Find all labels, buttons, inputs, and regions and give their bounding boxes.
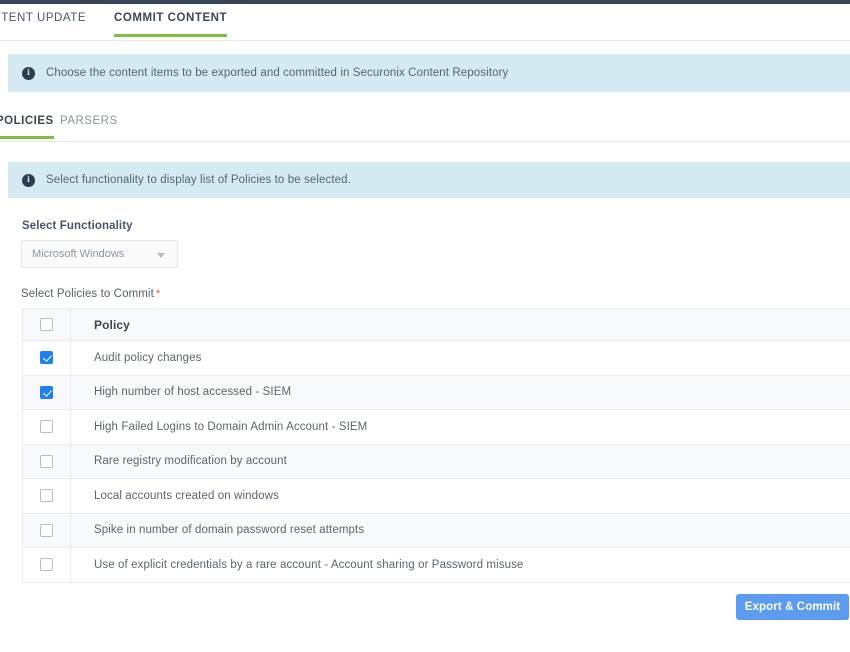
- policy-name: High number of host accessed - SIEM: [94, 386, 292, 399]
- secondary-tab-bar: POLICIES PARSERS: [0, 108, 850, 142]
- select-policies-label-text: Select Policies to Commit: [21, 288, 154, 300]
- row-checkbox-cell: [23, 444, 71, 478]
- row-checkbox[interactable]: [40, 385, 53, 399]
- policy-name: Spike in number of domain password reset…: [94, 524, 365, 537]
- info-banner-section-text: Select functionality to display list of …: [46, 174, 351, 186]
- row-checkbox-cell: [23, 513, 71, 547]
- row-checkbox-cell: [23, 548, 71, 582]
- required-asterisk: *: [155, 288, 161, 300]
- table-row[interactable]: Local accounts created on windows: [23, 479, 850, 514]
- table-row[interactable]: Use of explicit credentials by a rare ac…: [23, 548, 850, 583]
- tab-content-update[interactable]: CONTENT UPDATE: [0, 12, 86, 37]
- row-checkbox[interactable]: [40, 420, 53, 434]
- table-row[interactable]: Audit policy changes: [23, 341, 850, 376]
- tab-policies[interactable]: POLICIES: [0, 115, 54, 139]
- row-checkbox[interactable]: [40, 489, 53, 503]
- select-policies-label: Select Policies to Commit *: [21, 288, 160, 300]
- select-all-cell: [23, 309, 71, 340]
- policy-name: High Failed Logins to Domain Admin Accou…: [94, 420, 368, 433]
- chevron-down-icon: [157, 253, 165, 258]
- row-checkbox[interactable]: [40, 454, 53, 468]
- policy-name: Audit policy changes: [94, 351, 202, 364]
- policy-name: Local accounts created on windows: [94, 489, 279, 502]
- row-checkbox-cell: [23, 479, 71, 513]
- tab-parsers[interactable]: PARSERS: [60, 115, 118, 139]
- row-checkbox[interactable]: [40, 351, 53, 365]
- functionality-select[interactable]: Microsoft Windows: [21, 240, 178, 268]
- info-banner-top: i Choose the content items to be exporte…: [8, 54, 850, 92]
- info-banner-section: i Select functionality to display list o…: [8, 162, 850, 198]
- policy-name: Rare registry modification by account: [94, 455, 287, 468]
- select-all-checkbox[interactable]: [40, 318, 53, 331]
- table-row[interactable]: Rare registry modification by account: [23, 444, 850, 479]
- info-banner-top-text: Choose the content items to be exported …: [46, 67, 509, 79]
- info-icon: i: [22, 66, 35, 80]
- table-header-row: Policy: [23, 309, 850, 341]
- row-checkbox[interactable]: [40, 523, 53, 537]
- table-row[interactable]: Spike in number of domain password reset…: [23, 513, 850, 548]
- row-checkbox-cell: [23, 375, 71, 409]
- table-row[interactable]: High Failed Logins to Domain Admin Accou…: [23, 410, 850, 445]
- row-checkbox-cell: [23, 410, 71, 444]
- primary-tab-bar: CONTENT UPDATE COMMIT CONTENT: [0, 4, 850, 41]
- policy-name: Use of explicit credentials by a rare ac…: [94, 558, 524, 571]
- policies-table: Policy Audit policy changes High number …: [22, 308, 850, 583]
- info-icon: i: [22, 173, 35, 187]
- tab-commit-content[interactable]: COMMIT CONTENT: [114, 12, 228, 37]
- column-header-policy: Policy: [94, 317, 130, 332]
- export-commit-button[interactable]: Export & Commit: [736, 594, 849, 620]
- select-functionality-label: Select Functionality: [22, 220, 133, 232]
- row-checkbox[interactable]: [40, 558, 53, 572]
- row-checkbox-cell: [23, 341, 71, 375]
- table-row[interactable]: High number of host accessed - SIEM: [23, 375, 850, 410]
- functionality-select-value: Microsoft Windows: [32, 248, 125, 260]
